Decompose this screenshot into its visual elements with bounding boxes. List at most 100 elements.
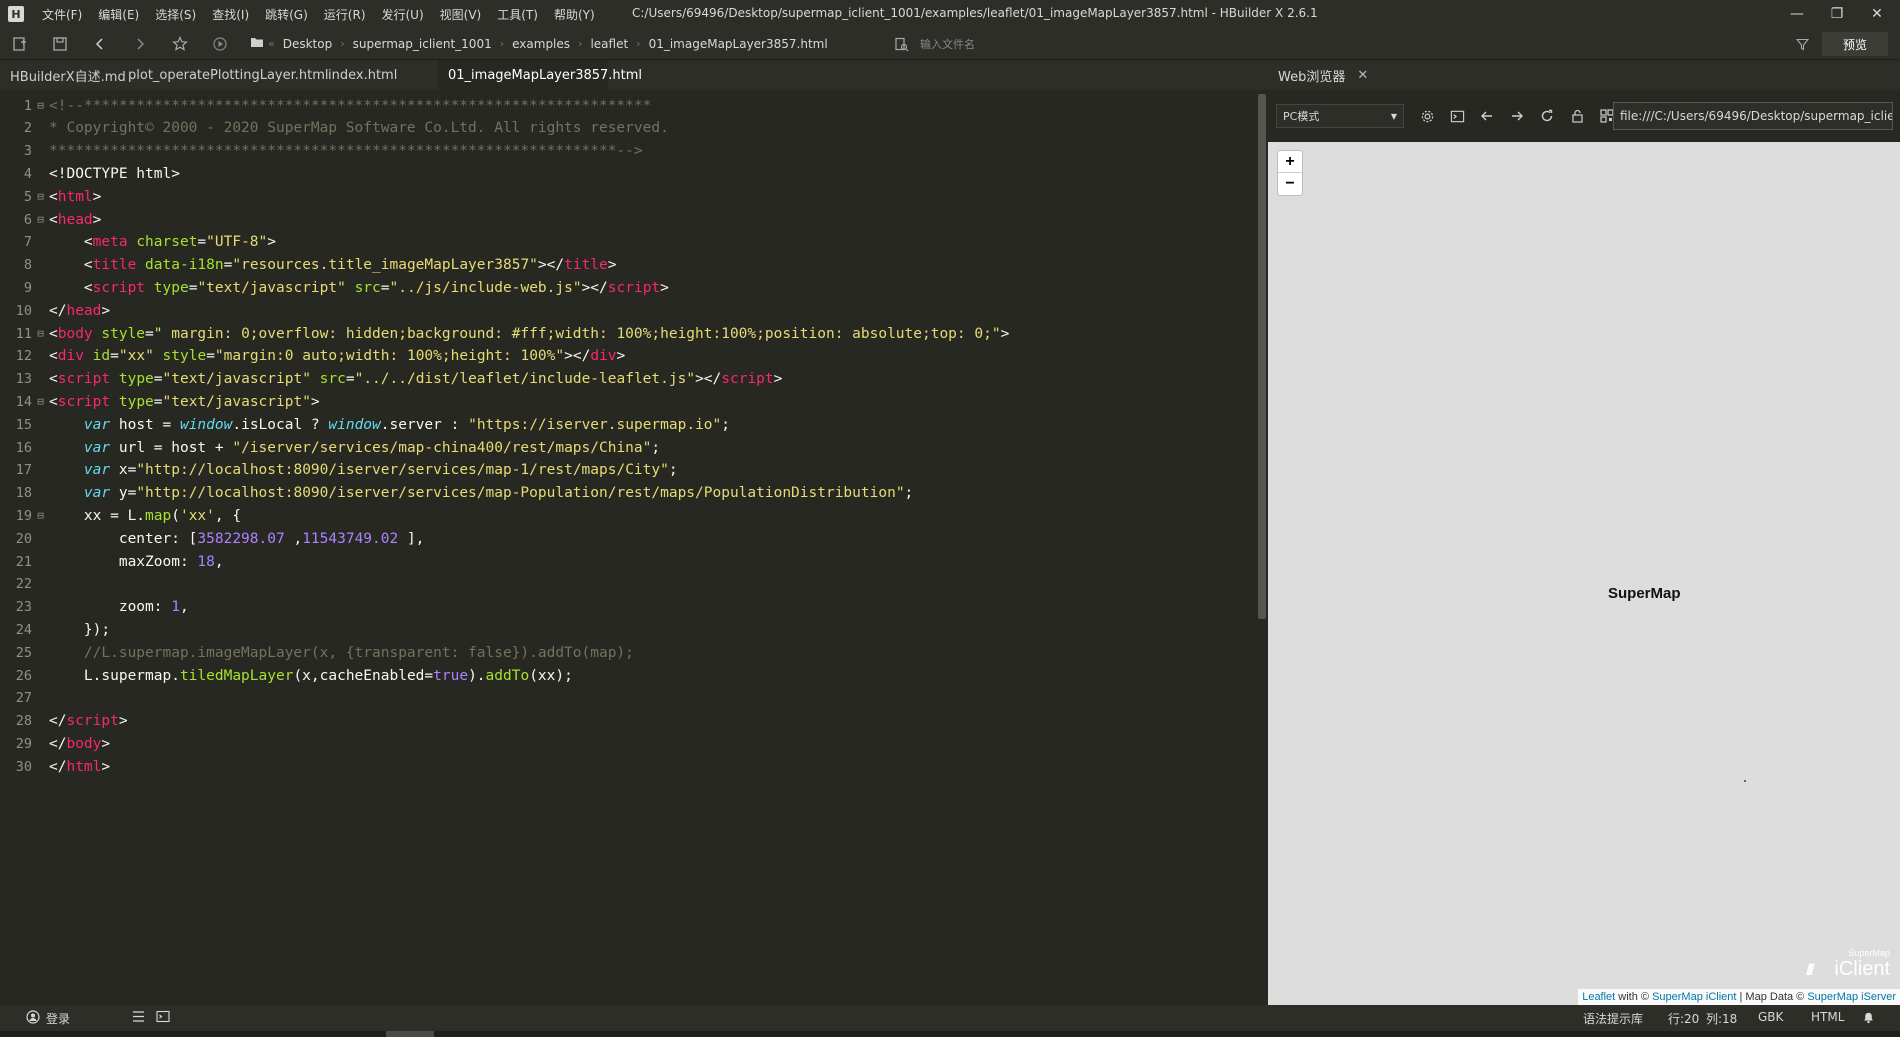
code-line[interactable]: 6 ⊟ <head> — [0, 208, 1258, 231]
terminal-icon[interactable] — [156, 1010, 170, 1026]
code-line[interactable]: 3 ***************************************… — [0, 140, 1258, 163]
fold-icon[interactable]: ⊟ — [32, 327, 49, 340]
code-line[interactable]: 26 L.supermap.tiledMapLayer(x,cacheEnabl… — [0, 664, 1258, 687]
code-line[interactable]: 7 <meta charset="UTF-8"> — [0, 231, 1258, 254]
breadcrumb-item[interactable]: leaflet — [582, 37, 636, 51]
code-line[interactable]: 14 ⊟ <script type="text/javascript"> — [0, 390, 1258, 413]
fold-icon[interactable]: ⊟ — [32, 99, 49, 112]
star-icon[interactable] — [160, 28, 200, 60]
file-search-icon[interactable] — [886, 28, 916, 60]
new-file-icon[interactable] — [0, 28, 40, 60]
breadcrumb-item[interactable]: Desktop — [275, 37, 341, 51]
cursor-col[interactable]: 列:18 — [1706, 1010, 1737, 1027]
breadcrumb-item[interactable]: supermap_iclient_1001 — [345, 37, 500, 51]
editor-tab[interactable]: plot_operatePlottingLayer.html — [118, 60, 329, 90]
arrow-left-icon[interactable] — [1472, 101, 1502, 131]
code-line[interactable]: 8 <title data-i18n="resources.title_imag… — [0, 254, 1258, 277]
language-mode[interactable]: HTML — [1811, 1010, 1844, 1024]
forward-icon[interactable] — [120, 28, 160, 60]
code-line[interactable]: 1 ⊟ <!--**********************************… — [0, 94, 1258, 117]
iclient-link[interactable]: SuperMap iClient — [1652, 991, 1736, 1003]
code-line[interactable]: 10 </head> — [0, 299, 1258, 322]
tab-web-browser[interactable]: Web浏览器 ✕ — [1266, 60, 1380, 90]
code-token: "text/javascript" — [197, 279, 346, 296]
code-line[interactable]: 27 — [0, 687, 1258, 710]
menu-item[interactable]: 文件(F) — [34, 6, 90, 23]
editor-tab[interactable]: HBuilderX自述.md — [0, 60, 126, 90]
file-search-input[interactable] — [920, 33, 1140, 55]
code-line[interactable]: 19 ⊟ xx = L.map('xx', { — [0, 504, 1258, 527]
menu-item[interactable]: 帮助(Y) — [546, 6, 603, 23]
menu-item[interactable]: 视图(V) — [432, 6, 490, 23]
code-line[interactable]: 2 * Copyright© 2000 - 2020 SuperMap Softw… — [0, 117, 1258, 140]
encoding-status[interactable]: GBK — [1758, 1010, 1783, 1024]
code-line[interactable]: 22 — [0, 573, 1258, 596]
code-line[interactable]: 29 </body> — [0, 732, 1258, 755]
iserver-link[interactable]: SuperMap iServer — [1807, 991, 1896, 1003]
run-icon[interactable] — [200, 28, 240, 60]
code-line[interactable]: 24 }); — [0, 618, 1258, 641]
login-link[interactable]: 登录 — [46, 1010, 70, 1027]
user-icon[interactable] — [26, 1010, 40, 1027]
menu-item[interactable]: 选择(S) — [147, 6, 204, 23]
menu-item[interactable]: 工具(T) — [489, 6, 546, 23]
fold-icon[interactable]: ⊟ — [32, 395, 49, 408]
close-icon[interactable]: ✕ — [1357, 68, 1368, 83]
code-editor[interactable]: 1 ⊟ <!--**********************************… — [0, 90, 1266, 1005]
zoom-in-button[interactable]: + — [1278, 151, 1302, 173]
code-line[interactable]: 11 ⊟ <body style=" margin: 0;overflow: hid… — [0, 322, 1258, 345]
syntax-hint-status[interactable]: 语法提示库 — [1583, 1010, 1643, 1027]
fold-icon[interactable]: ⊟ — [32, 213, 49, 226]
code-line[interactable]: 28 </script> — [0, 710, 1258, 733]
back-icon[interactable] — [80, 28, 120, 60]
editor-tab[interactable]: index.html — [318, 60, 438, 90]
lock-icon[interactable] — [1562, 101, 1592, 131]
menu-item[interactable]: 编辑(E) — [90, 6, 147, 23]
breadcrumb-item[interactable]: examples — [504, 37, 578, 51]
arrow-right-icon[interactable] — [1502, 101, 1532, 131]
save-icon[interactable] — [40, 28, 80, 60]
close-window-button[interactable]: ✕ — [1854, 0, 1900, 28]
code-token: var — [83, 416, 111, 433]
cursor-row[interactable]: 行:20 — [1668, 1010, 1699, 1027]
menu-item[interactable]: 跳转(G) — [257, 6, 316, 23]
code-line[interactable]: 15 var host = window.isLocal ? window.se… — [0, 413, 1258, 436]
map-view[interactable]: + − SuperMap //// SuperMap iClient Leafl… — [1268, 142, 1900, 1005]
breadcrumb-item[interactable]: 01_imageMapLayer3857.html — [641, 37, 836, 51]
code-line[interactable]: 12 <div id="xx" style="margin:0 auto;widt… — [0, 345, 1258, 368]
leaflet-link[interactable]: Leaflet — [1582, 991, 1615, 1003]
code-line[interactable]: 21 maxZoom: 18, — [0, 550, 1258, 573]
code-line[interactable]: 23 zoom: 1, — [0, 596, 1258, 619]
filter-icon[interactable] — [1790, 28, 1814, 60]
zoom-out-button[interactable]: − — [1278, 173, 1302, 195]
refresh-icon[interactable] — [1532, 101, 1562, 131]
bottom-scroll-thumb[interactable] — [386, 1031, 434, 1037]
menu-item[interactable]: 查找(I) — [204, 6, 257, 23]
code-token: > — [92, 211, 102, 228]
list-icon[interactable] — [132, 1010, 145, 1026]
fold-icon[interactable]: ⊟ — [32, 190, 49, 203]
bell-icon[interactable] — [1862, 1010, 1875, 1027]
editor-scrollbar[interactable] — [1258, 94, 1266, 619]
menu-item[interactable]: 运行(R) — [316, 6, 374, 23]
gear-icon[interactable] — [1412, 101, 1442, 131]
code-line[interactable]: 25 //L.supermap.imageMapLayer(x, {transp… — [0, 641, 1258, 664]
code-token: }); — [49, 621, 111, 638]
preview-button[interactable]: 预览 — [1822, 32, 1888, 56]
code-line[interactable]: 9 <script type="text/javascript" src="..… — [0, 276, 1258, 299]
code-line[interactable]: 13 <script type="text/javascript" src="..… — [0, 368, 1258, 391]
code-line[interactable]: 17 var x="http://localhost:8090/iserver/… — [0, 459, 1258, 482]
editor-tab[interactable]: 01_imageMapLayer3857.html — [438, 60, 642, 90]
code-line[interactable]: 16 var url = host + "/iserver/services/m… — [0, 436, 1258, 459]
code-line[interactable]: 5 ⊟ <html> — [0, 185, 1258, 208]
fold-icon[interactable]: ⊟ — [32, 509, 49, 522]
code-text: zoom: 1, — [49, 599, 189, 615]
code-line[interactable]: 18 var y="http://localhost:8090/iserver/… — [0, 482, 1258, 505]
code-line[interactable]: 30 </html> — [0, 755, 1258, 778]
mode-select[interactable]: PC模式 ▼ — [1276, 104, 1404, 128]
code-line[interactable]: 20 center: [3582298.07 ,11543749.02 ], — [0, 527, 1258, 550]
address-bar[interactable]: file:///C:/Users/69496/Desktop/supermap_… — [1613, 102, 1893, 130]
menu-item[interactable]: 发行(U) — [374, 6, 432, 23]
code-line[interactable]: 4 <!DOCTYPE html> — [0, 162, 1258, 185]
console-icon[interactable] — [1442, 101, 1472, 131]
